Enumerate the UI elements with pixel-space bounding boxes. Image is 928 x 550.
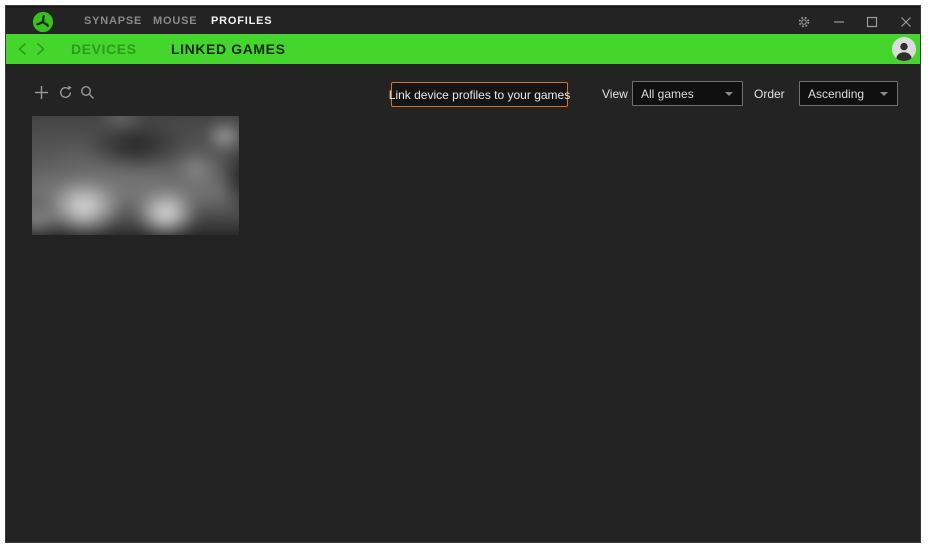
tab-synapse[interactable]: SYNAPSE (84, 8, 142, 34)
minimize-icon[interactable] (829, 12, 849, 32)
razer-logo-icon[interactable] (32, 11, 54, 33)
blurred-game-thumbnail (32, 116, 239, 235)
view-dropdown-value: All games (641, 86, 694, 101)
add-profile-icon[interactable] (33, 84, 49, 100)
settings-gear-icon[interactable] (794, 12, 814, 32)
forward-arrow-icon[interactable] (32, 41, 48, 57)
maximize-icon[interactable] (862, 12, 882, 32)
search-icon[interactable] (79, 84, 95, 100)
link-device-profiles-button[interactable]: Link device profiles to your games (389, 82, 570, 107)
refresh-icon[interactable] (57, 84, 73, 100)
tab-mouse[interactable]: MOUSE (153, 8, 197, 34)
main-content: Link device profiles to your games View … (6, 64, 920, 542)
game-tile[interactable] (32, 116, 239, 235)
app-window: SYNAPSE MOUSE PROFILES DEVICES LINKED GA… (5, 5, 921, 543)
tab-profiles[interactable]: PROFILES (211, 8, 272, 34)
tab-devices[interactable]: DEVICES (71, 34, 137, 64)
order-label: Order (754, 87, 785, 101)
tab-linked-games[interactable]: LINKED GAMES (171, 34, 286, 64)
sub-nav-bar: DEVICES LINKED GAMES (6, 34, 920, 64)
chevron-down-icon (725, 92, 733, 96)
view-label: View (602, 87, 628, 101)
close-icon[interactable] (896, 12, 916, 32)
back-arrow-icon[interactable] (14, 41, 30, 57)
chevron-down-icon (880, 92, 888, 96)
view-dropdown[interactable]: All games (632, 81, 743, 106)
order-dropdown[interactable]: Ascending (799, 81, 898, 106)
title-bar: SYNAPSE MOUSE PROFILES (6, 6, 920, 34)
user-avatar[interactable] (892, 37, 916, 61)
order-dropdown-value: Ascending (808, 86, 865, 101)
